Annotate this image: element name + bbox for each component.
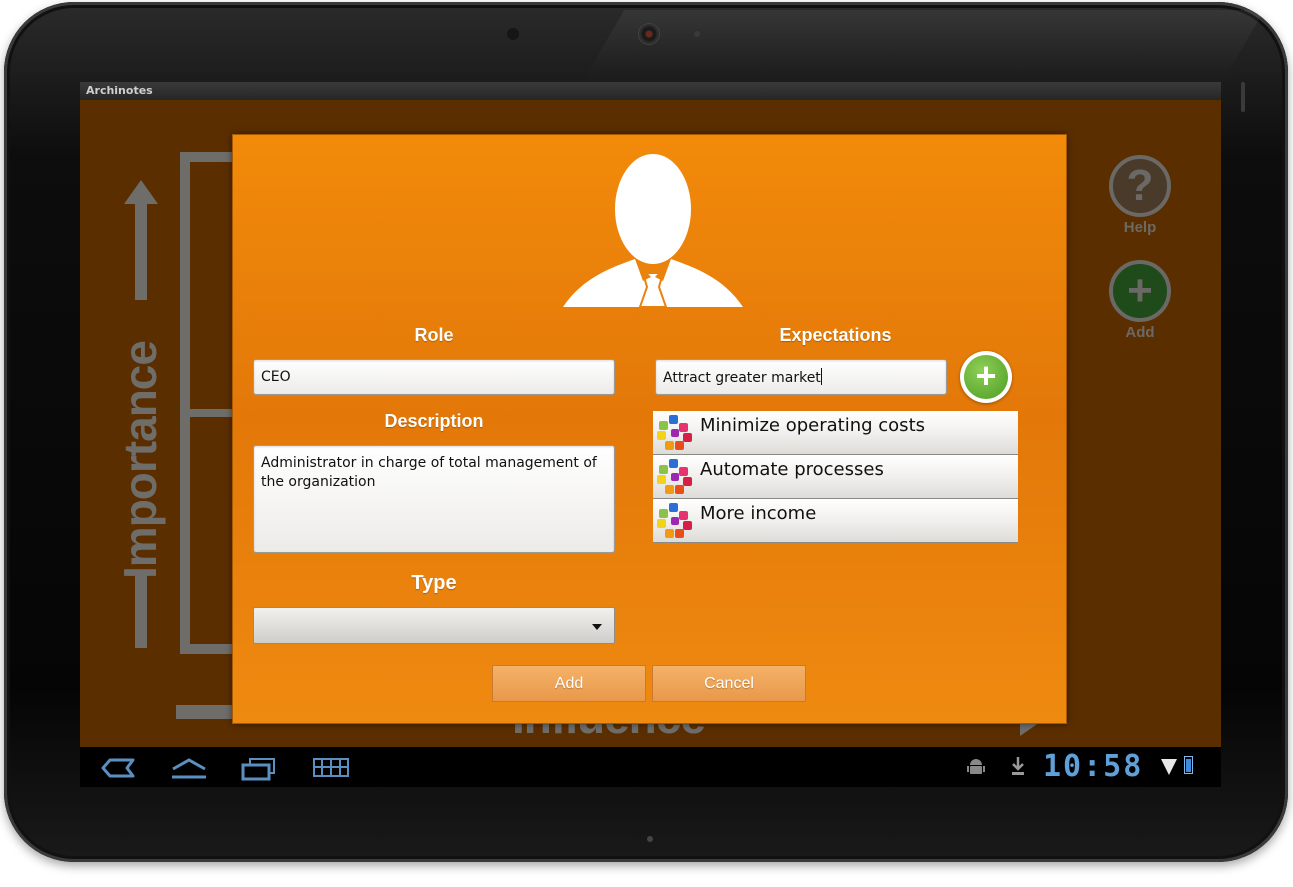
- back-icon[interactable]: [100, 757, 136, 779]
- list-item[interactable]: Minimize operating costs: [653, 411, 1018, 455]
- plus-icon: +: [1109, 260, 1171, 322]
- expectation-label: Minimize operating costs: [700, 415, 925, 436]
- hardware-side-button: [1241, 82, 1245, 112]
- glass-reflection: [583, 10, 1265, 80]
- clock: 10:58: [1043, 749, 1144, 784]
- vertical-axis-line: [135, 570, 147, 648]
- puzzle-colors-icon: [657, 415, 692, 450]
- help-button[interactable]: ? Help: [1100, 155, 1180, 236]
- front-camera-icon: [639, 24, 659, 44]
- puzzle-colors-icon: [657, 503, 692, 538]
- expectation-label: Automate processes: [700, 459, 884, 480]
- expectations-title: Expectations: [779, 325, 892, 345]
- expectation-label: More income: [700, 503, 817, 524]
- notification-led: [647, 836, 653, 842]
- puzzle-colors-icon: [657, 459, 692, 494]
- add-stakeholder-button[interactable]: + Add: [1100, 260, 1180, 341]
- type-title: Type: [411, 572, 457, 594]
- type-dropdown[interactable]: [253, 607, 615, 644]
- list-item[interactable]: More income: [653, 499, 1018, 543]
- system-bar: 10:58: [80, 747, 1221, 787]
- recent-apps-icon[interactable]: [240, 757, 276, 781]
- description-textarea[interactable]: Administrator in charge of total managem…: [253, 445, 615, 553]
- app-title-bar: Archinotes: [80, 82, 1221, 100]
- role-input[interactable]: CEO: [253, 359, 615, 395]
- cancel-button[interactable]: Cancel: [652, 665, 806, 702]
- description-title: Description: [384, 411, 484, 431]
- menu-grid-icon[interactable]: [312, 757, 350, 779]
- download-icon: [1012, 757, 1024, 775]
- vertical-axis-label: Importance: [114, 341, 166, 579]
- light-sensor: [507, 28, 519, 40]
- tablet-bezel: Archinotes Importance Influence ? Help +…: [4, 2, 1288, 862]
- wifi-signal-icon: [1161, 759, 1177, 775]
- plus-icon: +: [964, 355, 1008, 399]
- app-canvas: Importance Influence ? Help + Add: [80, 100, 1221, 747]
- expectation-input-text: Attract greater market: [663, 370, 821, 386]
- text-cursor: [820, 368, 822, 385]
- help-icon: ?: [1109, 155, 1171, 217]
- vertical-axis-line: [135, 200, 147, 300]
- expectations-list: Minimize operating costs Automate proces…: [653, 411, 1018, 543]
- expectation-input[interactable]: Attract greater market: [655, 359, 947, 395]
- matrix-divider: [180, 409, 240, 417]
- proximity-sensor: [694, 31, 700, 37]
- list-item[interactable]: Automate processes: [653, 455, 1018, 499]
- screen: Archinotes Importance Influence ? Help +…: [80, 82, 1221, 787]
- person-silhouette-icon: [563, 154, 743, 307]
- add-expectation-button[interactable]: +: [960, 351, 1012, 403]
- stakeholder-dialog: Role CEO Description Administrator in ch…: [232, 134, 1067, 724]
- android-debug-icon: [967, 759, 985, 774]
- battery-level: [1186, 759, 1191, 772]
- battery-icon: [1184, 756, 1193, 774]
- add-label: Add: [1125, 324, 1155, 341]
- dropdown-caret-icon: [592, 624, 602, 630]
- role-title: Role: [414, 325, 454, 345]
- add-button[interactable]: Add: [492, 665, 646, 702]
- home-icon[interactable]: [170, 757, 208, 781]
- help-label: Help: [1123, 219, 1157, 236]
